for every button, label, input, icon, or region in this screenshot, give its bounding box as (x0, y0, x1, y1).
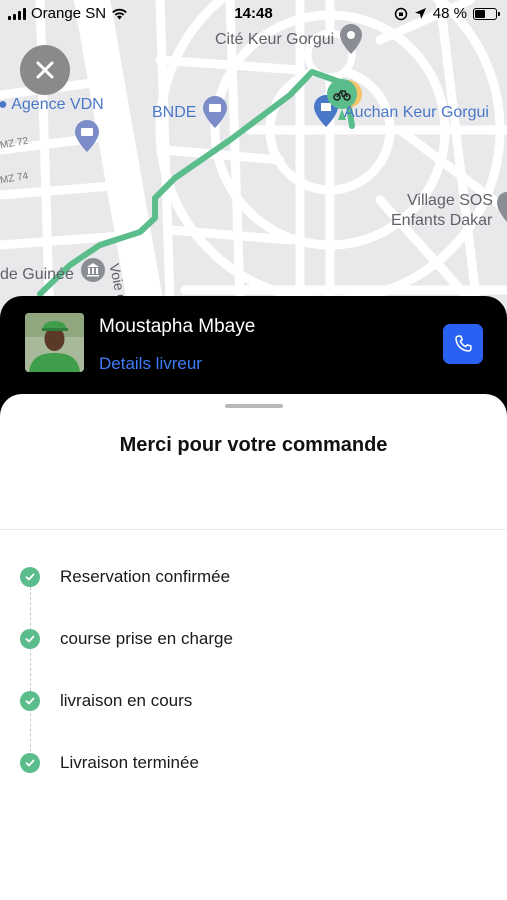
map-label-village-1: Village SOS (407, 192, 493, 209)
step-item: course prise en charge (20, 628, 233, 650)
agence-text: Agence VDN (11, 96, 104, 113)
step-label: livraison en cours (60, 691, 193, 710)
sheet-divider (0, 529, 507, 530)
order-sheet: Merci pour votre commande Reservation co… (0, 394, 507, 900)
sheet-drag-handle[interactable] (225, 404, 283, 408)
bank-pin-icon[interactable] (203, 96, 227, 128)
driver-details-link[interactable]: Details livreur (99, 354, 202, 374)
sheet-title: Merci pour votre commande (119, 434, 388, 456)
village-pin-icon[interactable] (497, 192, 507, 222)
map-streets (0, 0, 507, 330)
map-label-guinee: de Guinée (0, 266, 74, 283)
map-label-agence: ● Agence VDN (0, 96, 104, 113)
status-bar: Orange SN 14:48 48 % (0, 0, 507, 28)
status-right: 48 % (394, 5, 500, 22)
step-label: Reservation confirmée (60, 567, 231, 586)
close-button[interactable] (20, 45, 70, 95)
step-item: Reservation confirmée (20, 566, 230, 588)
driver-photo (25, 313, 84, 372)
map-view[interactable]: Cité Keur Gorgui ● Agence VDN BNDE Aucha… (0, 0, 507, 330)
driver-name: Moustapha Mbaye (99, 316, 256, 337)
check-circle-icon (20, 691, 40, 711)
check-circle-icon (20, 753, 40, 773)
battery-icon (473, 7, 500, 20)
step-item: livraison en cours (20, 690, 192, 712)
museum-icon[interactable] (81, 258, 105, 282)
call-button[interactable] (443, 324, 483, 364)
battery-percent: 48 % (432, 5, 467, 22)
check-circle-icon (20, 629, 40, 649)
bank-small-pin-icon[interactable] (75, 120, 99, 152)
check-circle-icon (20, 567, 40, 587)
cite-pin-icon[interactable] (340, 24, 362, 54)
location-arrow-icon (414, 8, 426, 19)
progress-dashed-line (30, 577, 31, 772)
map-label-auchan: Auchan Keur Gorgui (344, 104, 489, 121)
phone-icon (455, 335, 472, 352)
map-label-bnde: BNDE (152, 104, 197, 121)
map-label-cite: Cité Keur Gorgui (215, 31, 335, 48)
step-item: Livraison terminée (20, 752, 199, 774)
orientation-lock-icon (394, 7, 408, 20)
step-label: course prise en charge (60, 629, 233, 648)
close-icon (36, 61, 54, 79)
map-label-village-2: Enfants Dakar (391, 212, 493, 229)
step-label: Livraison terminée (60, 753, 199, 772)
driver-avatar[interactable] (25, 313, 84, 372)
battery-fill (475, 9, 485, 18)
